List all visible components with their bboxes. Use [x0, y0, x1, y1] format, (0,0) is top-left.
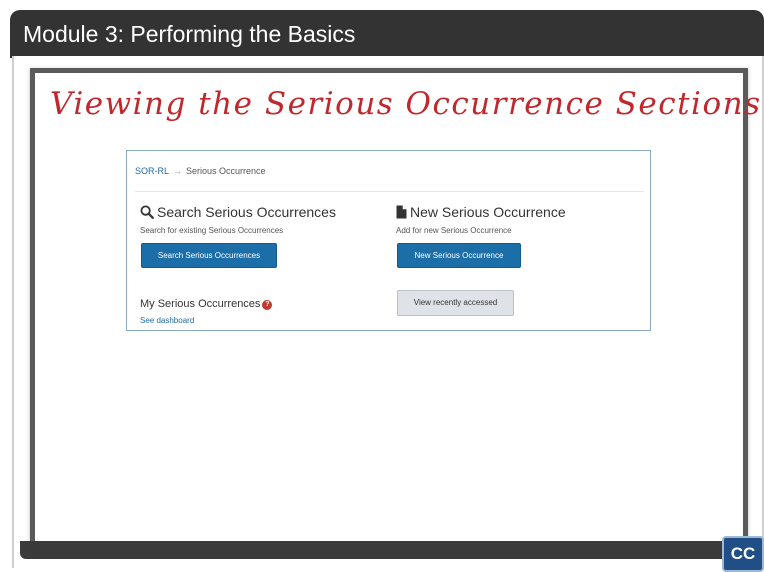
- breadcrumb-current: Serious Occurrence: [186, 166, 266, 176]
- breadcrumb-divider: [135, 191, 644, 192]
- view-recently-accessed-button[interactable]: View recently accessed: [397, 290, 514, 316]
- app-screenshot: SOR-RL → Serious Occurrence Search Serious…: [126, 150, 651, 331]
- help-icon[interactable]: ?: [262, 300, 273, 310]
- new-section-title: New Serious Occurrence: [410, 204, 566, 220]
- my-section-title: My Serious Occurrences: [140, 298, 261, 310]
- breadcrumb: SOR-RL → Serious Occurrence: [135, 166, 266, 176]
- slide-heading: Viewing the Serious Occurrence Sections: [50, 86, 762, 122]
- new-serious-occurrence-button[interactable]: New Serious Occurrence: [397, 243, 521, 268]
- search-section-heading: Search Serious Occurrences: [140, 204, 336, 220]
- search-serious-occurrences-button[interactable]: Search Serious Occurrences: [141, 243, 277, 268]
- breadcrumb-separator: →: [173, 166, 183, 176]
- see-dashboard-link[interactable]: See dashboard: [140, 316, 194, 325]
- breadcrumb-root-link[interactable]: SOR-RL: [135, 166, 169, 176]
- search-section-title: Search Serious Occurrences: [157, 204, 336, 220]
- document-icon: [396, 205, 407, 219]
- module-title-bar: Module 3: Performing the Basics: [10, 10, 764, 58]
- new-section-heading: New Serious Occurrence: [396, 204, 566, 220]
- search-icon: [140, 205, 154, 219]
- my-section-heading: My Serious Occurrences?: [140, 298, 273, 310]
- closed-captions-button[interactable]: CC: [722, 536, 764, 572]
- new-section-subtitle: Add for new Serious Occurrence: [396, 226, 512, 235]
- slide-footer-bar: [20, 541, 764, 559]
- module-title: Module 3: Performing the Basics: [23, 21, 356, 47]
- search-section-subtitle: Search for existing Serious Occurrences: [140, 226, 284, 235]
